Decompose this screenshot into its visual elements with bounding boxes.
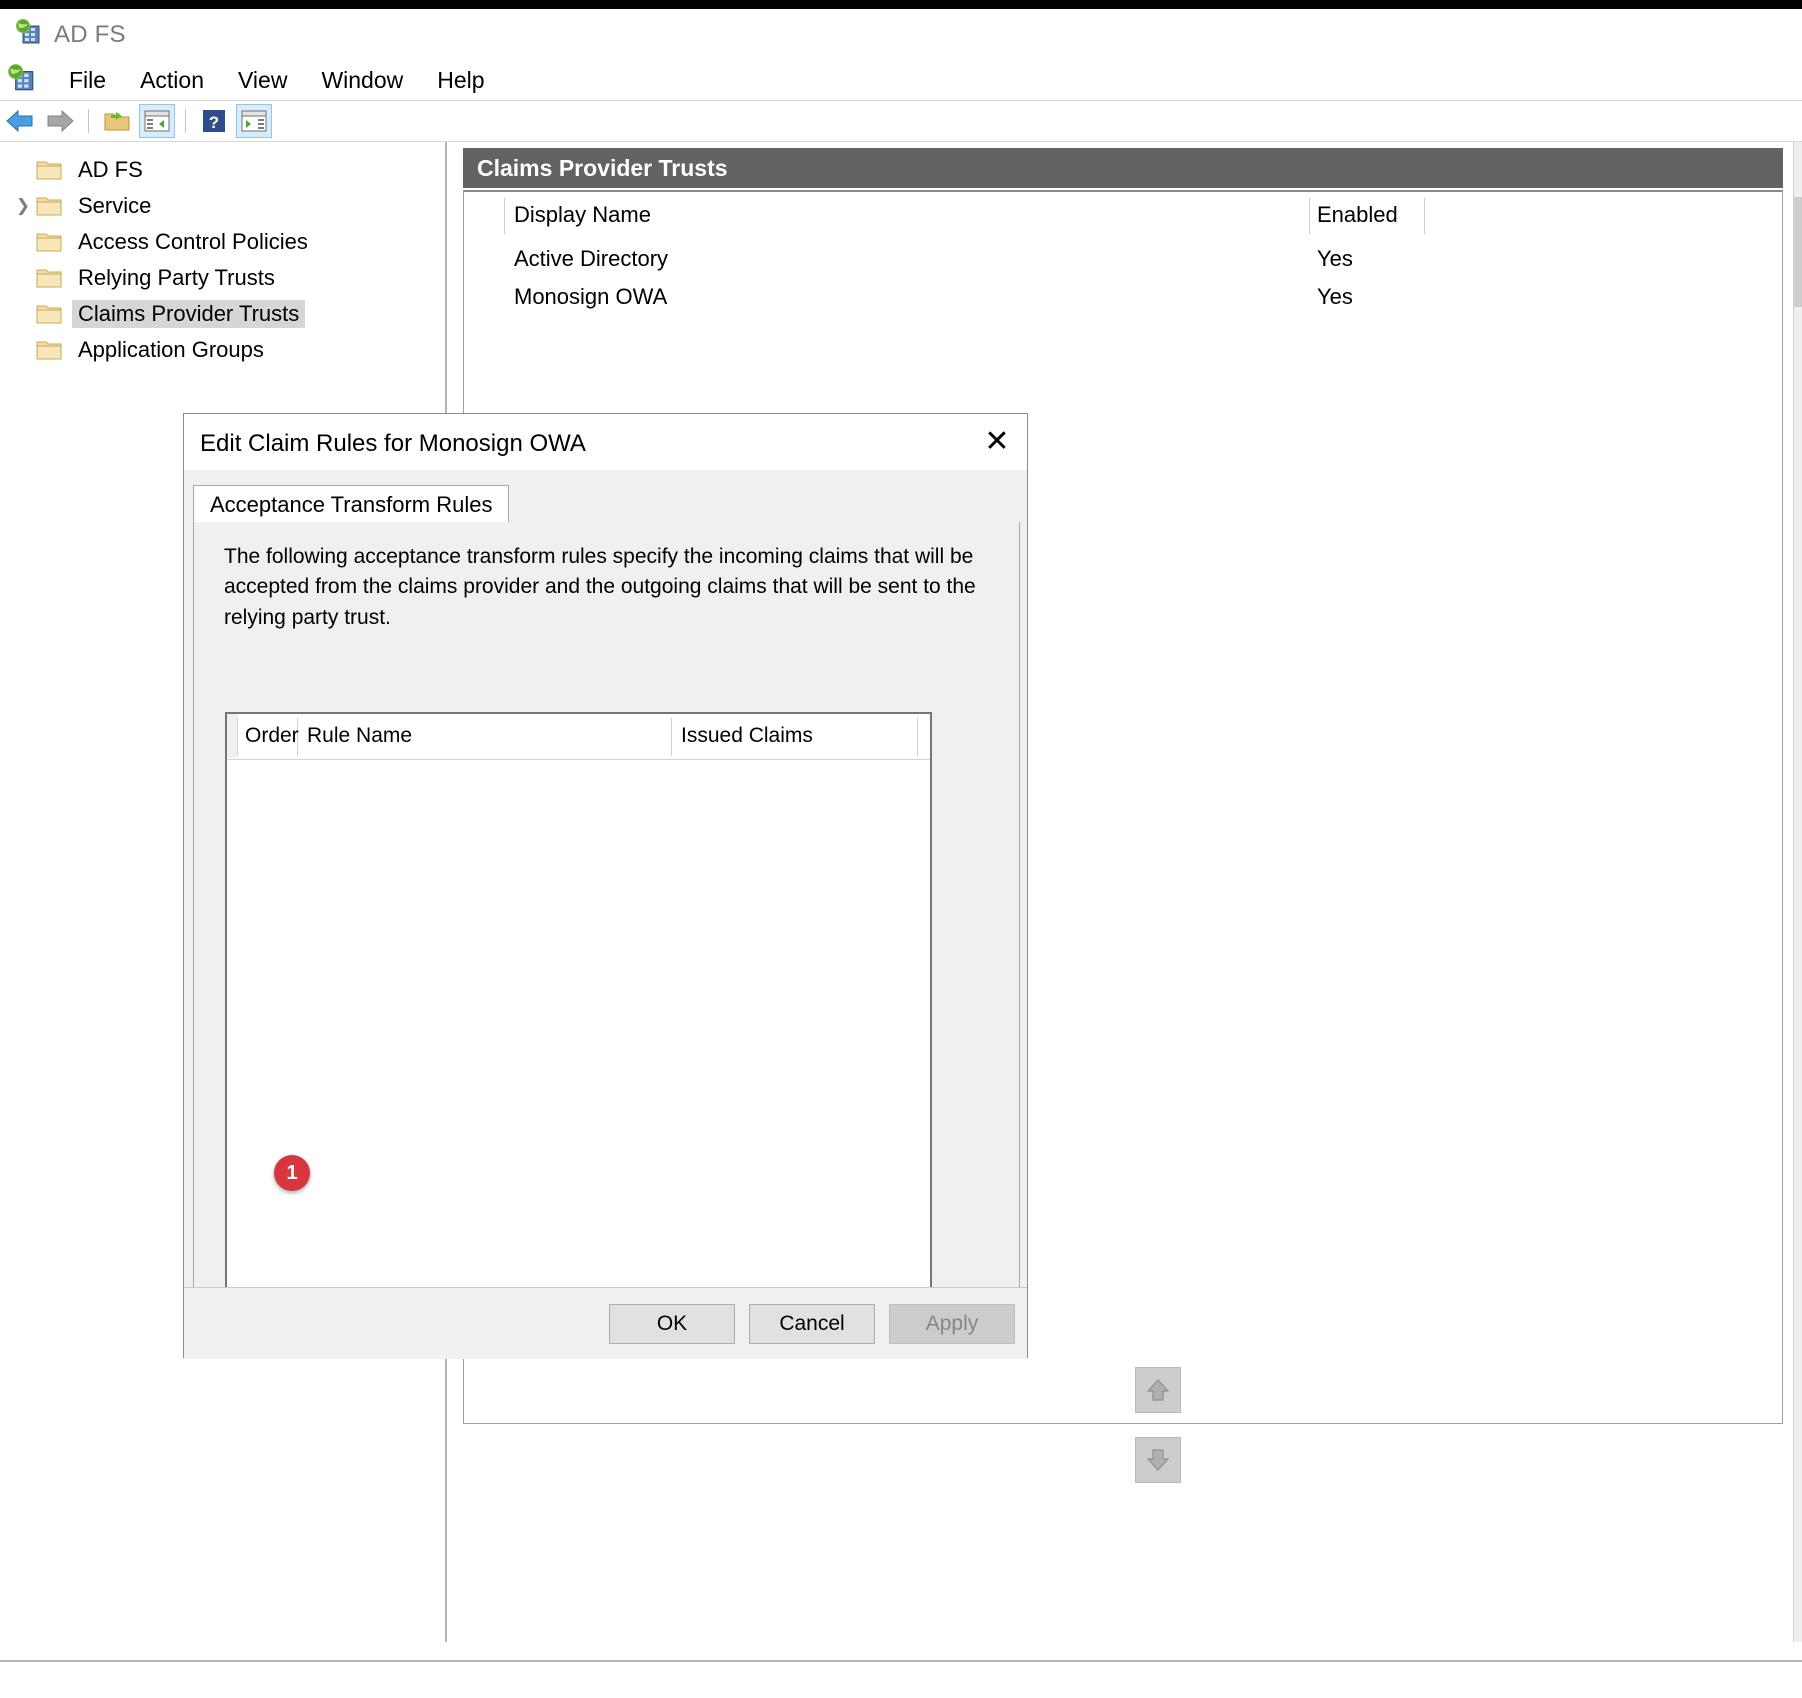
dialog-tabstrip: Acceptance Transform Rules [193, 485, 1020, 523]
menu-bar: File Action View Window Help [0, 60, 1802, 101]
annotation-badge-1: 1 [274, 1155, 310, 1191]
sidebar-item-access-control-policies[interactable]: Access Control Policies [0, 224, 445, 260]
column-separator[interactable] [237, 718, 238, 756]
chevron-right-icon[interactable]: ❯ [10, 196, 36, 216]
column-header-rule-name[interactable]: Rule Name [307, 724, 412, 748]
sidebar-item-claims-provider-trusts[interactable]: Claims Provider Trusts [0, 296, 445, 332]
column-header-order[interactable]: Order [245, 724, 299, 748]
edit-claim-rules-dialog: Edit Claim Rules for Monosign OWA ✕ Acce… [183, 413, 1028, 1358]
screen-top-edge [0, 0, 1802, 9]
column-separator[interactable] [1424, 198, 1425, 234]
sidebar-item-label: Application Groups [72, 336, 270, 364]
table-row[interactable]: Active Directory Yes [464, 246, 1782, 276]
menu-item-file[interactable]: File [52, 67, 123, 94]
dialog-titlebar: Edit Claim Rules for Monosign OWA [184, 414, 1027, 474]
dialog-body: Acceptance Transform Rules The following… [184, 470, 1027, 1359]
arrow-down-icon[interactable] [1135, 1437, 1181, 1483]
menu-item-window[interactable]: Window [304, 67, 420, 94]
claim-rules-table[interactable]: Order Rule Name Issued Claims [225, 712, 932, 1312]
up-one-level-icon[interactable] [99, 104, 135, 138]
arrow-up-icon[interactable] [1135, 1367, 1181, 1413]
apply-button[interactable]: Apply [889, 1304, 1015, 1344]
sidebar-item-label: Access Control Policies [72, 228, 314, 256]
folder-icon [36, 231, 62, 253]
help-icon[interactable]: ? [196, 104, 232, 138]
show-hide-action-pane-icon[interactable] [236, 104, 272, 138]
cancel-button[interactable]: Cancel [749, 1304, 875, 1344]
rule-order-buttons [1135, 1367, 1181, 1507]
folder-icon [36, 303, 62, 325]
sidebar-item-label: Relying Party Trusts [72, 264, 281, 292]
back-icon[interactable] [2, 104, 38, 138]
tree-node-ad-fs[interactable]: AD FS [0, 152, 445, 188]
sidebar-item-label: Claims Provider Trusts [72, 300, 305, 328]
menu-item-help[interactable]: Help [420, 67, 501, 94]
sidebar-item-application-groups[interactable]: Application Groups [0, 332, 445, 368]
cell-display-name: Active Directory [514, 246, 668, 272]
results-pane-scrollbar[interactable] [1793, 142, 1802, 1642]
sidebar-item-relying-party-trusts[interactable]: Relying Party Trusts [0, 260, 445, 296]
svg-text:?: ? [209, 113, 219, 132]
folder-icon [36, 195, 62, 217]
column-header-display-name[interactable]: Display Name [514, 202, 651, 228]
adfs-icon [14, 19, 42, 50]
menu-item-action[interactable]: Action [123, 67, 221, 94]
rules-header-gutter [227, 714, 237, 758]
column-separator[interactable] [504, 198, 505, 234]
column-header-issued-claims[interactable]: Issued Claims [681, 724, 813, 748]
close-icon[interactable]: ✕ [967, 414, 1027, 470]
folder-icon [36, 159, 62, 181]
window-titlebar: AD FS [0, 9, 1802, 60]
tree-node-label: AD FS [72, 156, 149, 184]
claim-rules-column-headers: Order Rule Name Issued Claims [227, 714, 930, 760]
folder-icon [36, 339, 62, 361]
results-pane-header: Claims Provider Trusts [463, 148, 1783, 188]
table-row[interactable]: Monosign OWA Yes [464, 284, 1782, 314]
cell-enabled: Yes [1317, 284, 1353, 310]
scrollbar-thumb[interactable] [1794, 197, 1802, 307]
column-separator[interactable] [1309, 198, 1310, 234]
forward-icon[interactable] [42, 104, 78, 138]
column-separator[interactable] [917, 718, 918, 756]
cell-display-name: Monosign OWA [514, 284, 667, 310]
screen-bottom-edge [0, 1662, 1802, 1698]
toolbar-separator-2 [185, 109, 186, 133]
tab-acceptance-transform-rules[interactable]: Acceptance Transform Rules [193, 485, 509, 523]
folder-icon [36, 267, 62, 289]
dialog-footer: OK Cancel Apply [184, 1287, 1027, 1359]
ok-button[interactable]: OK [609, 1304, 735, 1344]
column-header-enabled[interactable]: Enabled [1317, 202, 1398, 228]
window-title: AD FS [54, 21, 126, 49]
show-hide-console-tree-icon[interactable] [139, 104, 175, 138]
toolbar-separator-1 [88, 109, 89, 133]
column-separator[interactable] [671, 718, 672, 756]
dialog-title: Edit Claim Rules for Monosign OWA [200, 430, 586, 458]
sidebar-item-label: Service [72, 192, 157, 220]
dialog-description: The following acceptance transform rules… [224, 542, 984, 633]
tab-panel-acceptance-transform-rules: The following acceptance transform rules… [193, 522, 1020, 1292]
sidebar-item-service[interactable]: ❯ Service [0, 188, 445, 224]
menu-item-view[interactable]: View [221, 67, 304, 94]
adfs-small-icon [6, 64, 36, 97]
toolbar: ? [0, 101, 1802, 142]
list-column-headers: Display Name Enabled [464, 192, 1782, 238]
cell-enabled: Yes [1317, 246, 1353, 272]
